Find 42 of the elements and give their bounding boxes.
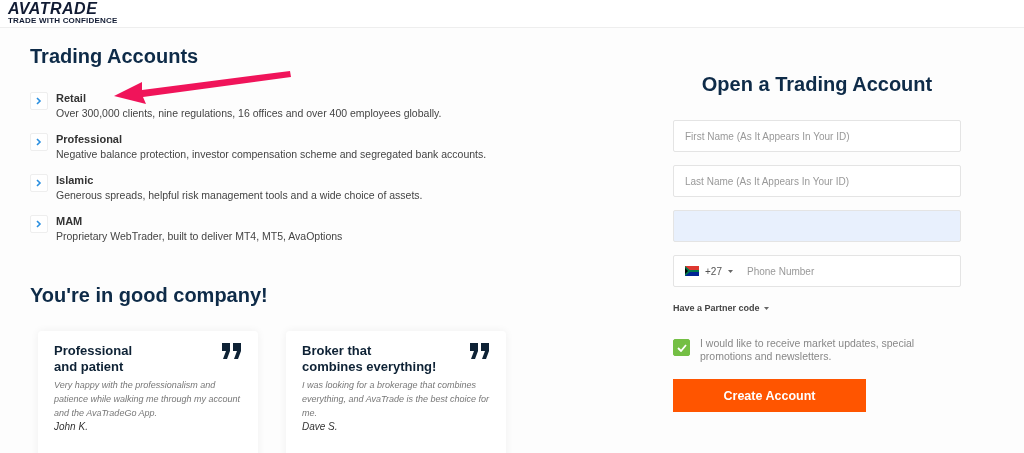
section-title: You're in good company! xyxy=(30,284,269,307)
account-type-name: Retail xyxy=(56,91,87,106)
country-code[interactable]: +27 xyxy=(705,265,722,277)
account-type-name: Professional xyxy=(56,132,124,147)
chevron-icon xyxy=(36,138,42,146)
account-type-description: Over 300,000 clients, nine regulations, 16 offices and over 400 employees globally. xyxy=(56,106,442,121)
logo-tagline: TRADE WITH CONFIDENCE xyxy=(8,16,119,25)
testimonial-quote: I was looking for a brokerage that combines everything, and AvaTrade is the best choice for me. xyxy=(302,379,490,420)
expand-button[interactable] xyxy=(30,174,48,192)
account-type-description: Negative balance protection, investor compensation scheme and segregated bank accounts. xyxy=(56,147,487,162)
expand-button[interactable] xyxy=(30,215,48,233)
chevron-icon xyxy=(36,97,42,105)
phone-number-input[interactable]: Phone Number xyxy=(744,264,949,278)
testimonial-heading: Professional and patient xyxy=(54,343,133,375)
account-type-name: MAM xyxy=(56,214,84,229)
phone-field[interactable]: +27 Phone Number xyxy=(673,255,961,287)
chevron-icon xyxy=(36,220,42,228)
section-title: Trading Accounts xyxy=(30,45,200,68)
account-type-description: Proprietary WebTrader, built to deliver MT4, MT5, AvaOptions xyxy=(56,229,343,244)
expand-button[interactable] xyxy=(30,92,48,110)
input-field[interactable] xyxy=(673,210,961,242)
testimonial-heading: Broker that combines everything! xyxy=(302,343,437,375)
checkbox[interactable] xyxy=(673,339,690,356)
caret-icon xyxy=(763,306,769,310)
form-title: Open a Trading Account xyxy=(700,73,934,96)
chevron-icon xyxy=(36,179,42,187)
flag-icon xyxy=(685,266,699,276)
testimonial-author: Dave S. xyxy=(302,420,339,434)
text-field[interactable]: First Name (As It Appears In Your ID) xyxy=(673,120,961,152)
account-type-name: Islamic xyxy=(56,173,95,188)
quote-icon xyxy=(222,343,242,359)
quote-icon xyxy=(470,343,490,359)
expand-button[interactable] xyxy=(30,133,48,151)
logo[interactable]: AVATRADE xyxy=(8,1,1024,16)
testimonial-quote: Very happy with the professionalism and patience while walking me through my account and the AvaTradeGo App. xyxy=(54,379,242,420)
testimonial-author: John K. xyxy=(54,420,89,434)
account-type-description: Generous spreads, helpful risk management tools and a wide choice of assets. xyxy=(56,188,423,203)
caret-icon xyxy=(727,269,733,273)
checkbox-label: I would like to receive market updates, special promotions and newsletters. xyxy=(700,337,916,363)
check-icon xyxy=(676,343,687,352)
partner-code-toggle[interactable]: Have a Partner code xyxy=(673,303,769,313)
text-field[interactable]: Last Name (As It Appears In Your ID) xyxy=(673,165,961,197)
